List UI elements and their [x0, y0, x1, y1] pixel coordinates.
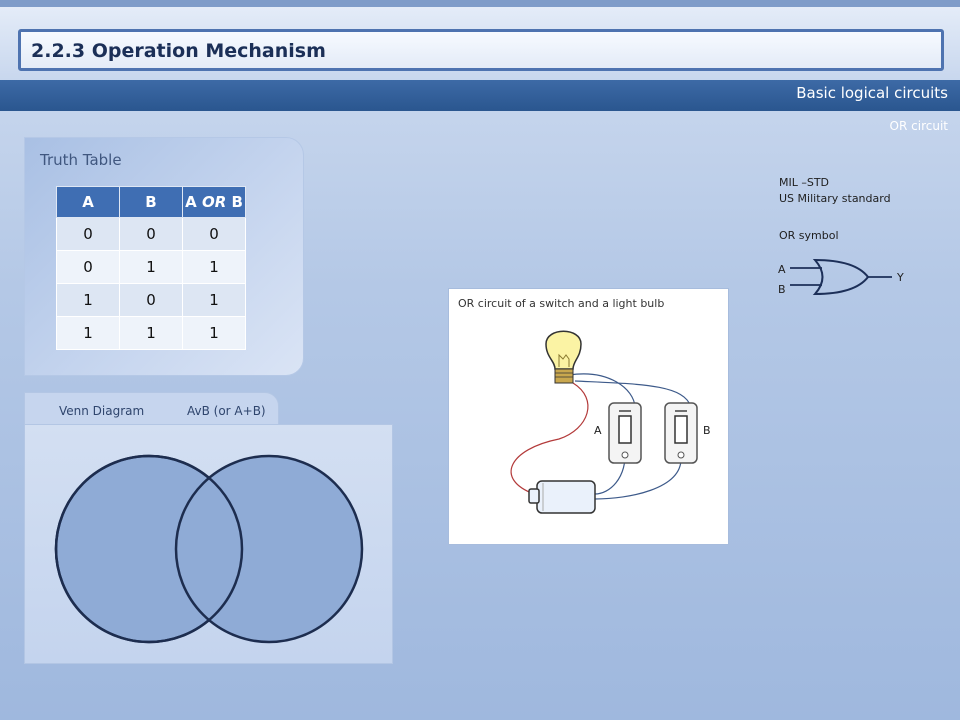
- venn-circle-b: [174, 454, 364, 644]
- table-row: 1 1 1: [56, 316, 246, 350]
- or-input-a-label: A: [778, 263, 786, 276]
- light-bulb-icon: [545, 330, 582, 384]
- circuit-box: OR circuit of a switch and a light bulb: [448, 288, 729, 545]
- or-gate-icon: A B Y: [778, 258, 904, 296]
- venn-tab-formula: AvB (or A+B): [187, 404, 266, 418]
- cell: 1: [119, 316, 183, 350]
- cell: 1: [182, 250, 246, 284]
- switch-a-icon: [608, 402, 642, 464]
- header-a: A: [56, 186, 120, 218]
- truth-table: A B A OR B 0 0 0 0 1 1 1 0 1 1 1 1: [56, 186, 246, 350]
- red-wire: [510, 382, 589, 495]
- or-symbol-title: OR symbol: [779, 229, 839, 242]
- cell: 1: [182, 316, 246, 350]
- header-b: B: [119, 186, 183, 218]
- blue-wire-d: [594, 458, 682, 500]
- truth-table-title: Truth Table: [40, 151, 122, 169]
- blue-wire-a: [568, 373, 636, 408]
- top-strip: [0, 0, 960, 7]
- table-row: 0 1 1: [56, 250, 246, 284]
- switch-b-icon: [664, 402, 698, 464]
- cell: 1: [56, 283, 120, 317]
- cell: 1: [56, 316, 120, 350]
- truth-table-panel: Truth Table A B A OR B 0 0 0 0 1 1 1 0 1…: [24, 137, 304, 376]
- or-gate-body: [812, 258, 870, 296]
- switch-a-label: A: [594, 424, 602, 437]
- switch-b-label: B: [703, 424, 711, 437]
- venn-diagram: [54, 454, 364, 644]
- or-output-label: Y: [896, 271, 904, 284]
- cell: 0: [119, 217, 183, 251]
- title-box: 2.2.3 Operation Mechanism: [18, 29, 944, 71]
- cell: 1: [182, 283, 246, 317]
- table-row: 1 0 1: [56, 283, 246, 317]
- mil-std-label: MIL –STD: [779, 176, 830, 189]
- cell: 0: [56, 217, 120, 251]
- header-a-or-b: A OR B: [182, 186, 246, 218]
- battery-icon: [528, 480, 596, 514]
- venn-tab: Venn Diagram AvB (or A+B): [24, 392, 279, 426]
- cell: 0: [119, 283, 183, 317]
- mil-std-description: US Military standard: [779, 192, 891, 205]
- cell: 0: [56, 250, 120, 284]
- section-bar: Basic logical circuits: [0, 80, 960, 111]
- truth-table-header-row: A B A OR B: [56, 186, 246, 218]
- subsection-title: OR circuit: [889, 119, 948, 133]
- venn-diagram-box: [24, 424, 393, 664]
- cell: 0: [182, 217, 246, 251]
- venn-tab-label: Venn Diagram: [59, 404, 145, 418]
- cell: 1: [119, 250, 183, 284]
- table-row: 0 0 0: [56, 217, 246, 251]
- or-input-b-label: B: [778, 283, 786, 296]
- page-title: 2.2.3 Operation Mechanism: [31, 40, 326, 62]
- circuit-illustration: A B: [510, 330, 711, 514]
- section-title: Basic logical circuits: [796, 84, 948, 102]
